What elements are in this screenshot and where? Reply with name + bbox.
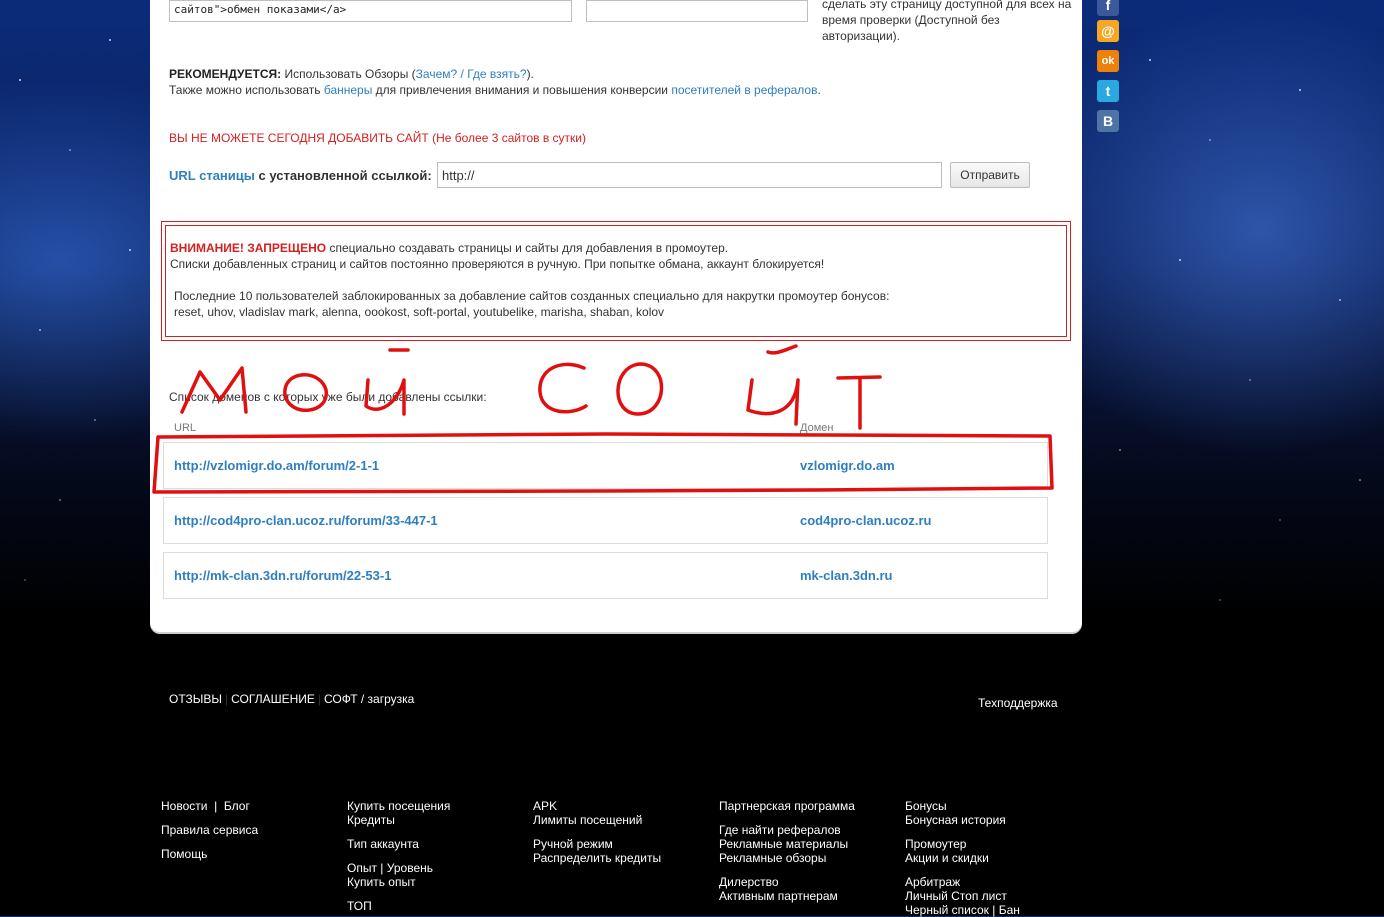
- arbitrage-link[interactable]: Арбитраж: [905, 875, 1020, 889]
- side-note-line: сделать эту страницу доступной для всех …: [822, 0, 1072, 11]
- limit-warning: ВЫ НЕ МОЖЕТЕ СЕГОДНЯ ДОБАВИТЬ САЙТ (Не б…: [169, 131, 586, 145]
- active-partners-link[interactable]: Активным партнерам: [719, 889, 855, 903]
- reviews-link[interactable]: ОТЗЫВЫ: [169, 692, 222, 706]
- column-header-url: URL: [174, 422, 197, 434]
- column-header-domain: Домен: [800, 422, 834, 434]
- url-label: URL станицы с установленной ссылкой:: [169, 168, 432, 183]
- row-url-link[interactable]: http://cod4pro-clan.ucoz.ru/forum/33-447…: [174, 513, 438, 528]
- recommend-line2-c: .: [817, 83, 821, 97]
- submit-button[interactable]: Отправить: [950, 162, 1030, 188]
- support-link[interactable]: Техподдержка: [978, 696, 1058, 710]
- blacklist-link[interactable]: Черный список: [905, 903, 989, 917]
- recommend-line2-b: для привлечения внимания и повышения кон…: [372, 83, 672, 97]
- recommend-text: Использовать Обзоры (: [284, 67, 416, 81]
- row-url-link[interactable]: http://vzlomigr.do.am/forum/2-1-1: [174, 458, 379, 473]
- twitter-icon[interactable]: t: [1097, 80, 1119, 102]
- row-domain-link[interactable]: vzlomigr.do.am: [800, 458, 895, 473]
- alert-title: ВНИМАНИЕ! ЗАПРЕЩЕНО: [170, 241, 327, 255]
- agreement-link[interactable]: СОГЛАШЕНИЕ: [231, 692, 315, 706]
- ban-list: reset, uhov, vladislav mark, alenna, ooo…: [174, 305, 665, 319]
- stop-list-link[interactable]: Личный Стоп лист: [905, 889, 1020, 903]
- visitors-link[interactable]: посетителей в рефералов: [671, 83, 817, 97]
- footer-col-5: Бонусы Бонусная история Промоутер Акции …: [905, 799, 1020, 917]
- side-note-line: время проверки (Доступной без авторизаци…: [822, 13, 1000, 43]
- banners-link[interactable]: баннеры: [324, 83, 373, 97]
- ad-reviews-link[interactable]: Рекламные обзоры: [719, 851, 855, 865]
- ad-materials-link[interactable]: Рекламные материалы: [719, 837, 855, 851]
- separator: |: [380, 861, 384, 875]
- find-referrals-link[interactable]: Где найти рефералов: [719, 823, 855, 837]
- odnoklassniki-icon[interactable]: ok: [1097, 50, 1119, 72]
- vkontakte-icon[interactable]: B: [1097, 110, 1119, 132]
- credits-link[interactable]: Кредиты: [347, 813, 450, 827]
- promoter-link[interactable]: Промоутер: [905, 837, 1020, 851]
- bonus-history-link[interactable]: Бонусная история: [905, 813, 1020, 827]
- footer-col-3: APK Лимиты посещений Ручной режим Распре…: [533, 799, 661, 865]
- separator: |: [992, 903, 996, 917]
- experience-link[interactable]: Опыт: [347, 861, 377, 875]
- partner-program-link[interactable]: Партнерская программа: [719, 799, 855, 813]
- alert-text: ВНИМАНИЕ! ЗАПРЕЩЕНО специально создавать…: [170, 240, 1050, 320]
- separator: |: [214, 799, 218, 813]
- code-textarea[interactable]: сайтов">обмен показами</a>: [169, 0, 572, 22]
- slash-text: /: [457, 67, 468, 81]
- url-form: URL станицы с установленной ссылкой: Отп…: [169, 162, 1049, 190]
- rules-link[interactable]: Правила сервиса: [161, 823, 258, 837]
- manual-mode-link[interactable]: Ручной режим: [533, 837, 661, 851]
- apk-link[interactable]: APK: [533, 799, 661, 813]
- distribute-credits-link[interactable]: Распределить кредиты: [533, 851, 661, 865]
- buy-visits-link[interactable]: Купить посещения: [347, 799, 450, 813]
- account-type-link[interactable]: Тип аккаунта: [347, 837, 450, 851]
- url-label-link: URL станицы: [169, 168, 255, 183]
- recommend-line2-a: Также можно использовать: [169, 83, 324, 97]
- side-note: сделать эту страницу доступной для всех …: [822, 0, 1072, 44]
- footer-col-4: Партнерская программа Где найти реферало…: [719, 799, 855, 903]
- prohibition-alert: ВНИМАНИЕ! ЗАПРЕЩЕНО специально создавать…: [161, 221, 1071, 341]
- ban-title: Последние 10 пользователей заблокированн…: [174, 289, 890, 303]
- footer-col-2: Купить посещения Кредиты Тип аккаунта Оп…: [347, 799, 450, 913]
- footer-top-links: ОТЗЫВЫ | СОГЛАШЕНИЕ | СОФТ / загрузка: [169, 692, 415, 706]
- table-row: http://cod4pro-clan.ucoz.ru/forum/33-447…: [163, 497, 1048, 544]
- recommendation: РЕКОМЕНДУЕТСЯ: Использовать Обзоры (Заче…: [169, 66, 821, 98]
- help-link[interactable]: Помощь: [161, 847, 258, 861]
- why-link[interactable]: Зачем?: [416, 67, 458, 81]
- domains-title: Список доменов с которых уже были добавл…: [169, 390, 487, 404]
- software-link[interactable]: СОФТ / загрузка: [324, 692, 414, 706]
- mail-icon[interactable]: @: [1097, 20, 1119, 42]
- buy-experience-link[interactable]: Купить опыт: [347, 875, 450, 889]
- table-row: http://mk-clan.3dn.ru/forum/22-53-1 mk-c…: [163, 552, 1048, 599]
- level-link[interactable]: Уровень: [387, 861, 433, 875]
- row-url-link[interactable]: http://mk-clan.3dn.ru/forum/22-53-1: [174, 568, 391, 583]
- recommend-label: РЕКОМЕНДУЕТСЯ:: [169, 67, 282, 81]
- visit-limits-link[interactable]: Лимиты посещений: [533, 813, 661, 827]
- alert-line1: специально создавать страницы и сайты дл…: [326, 241, 729, 255]
- blog-link[interactable]: Блог: [224, 799, 250, 813]
- news-link[interactable]: Новости: [161, 799, 207, 813]
- where-link[interactable]: Где взять?: [467, 67, 526, 81]
- table-row: http://vzlomigr.do.am/forum/2-1-1 vzlomi…: [163, 442, 1048, 489]
- ban-link[interactable]: Бан: [999, 903, 1020, 917]
- secondary-textarea[interactable]: [586, 0, 808, 22]
- url-label-rest: с установленной ссылкой:: [254, 168, 432, 183]
- url-input[interactable]: [437, 162, 942, 188]
- alert-line2: Списки добавленных страниц и сайтов пост…: [170, 257, 825, 271]
- row-domain-link[interactable]: cod4pro-clan.ucoz.ru: [800, 513, 931, 528]
- main-content-panel: сайтов">обмен показами</a> сделать эту с…: [150, 0, 1082, 632]
- bonuses-link[interactable]: Бонусы: [905, 799, 1020, 813]
- facebook-icon[interactable]: f: [1097, 0, 1119, 16]
- footer-col-1: Новости | Блог Правила сервиса Помощь: [161, 799, 258, 861]
- top-link[interactable]: ТОП: [347, 899, 450, 913]
- recommend-close: ).: [526, 67, 534, 81]
- dealership-link[interactable]: Дилерство: [719, 875, 855, 889]
- promotions-link[interactable]: Акции и скидки: [905, 851, 1020, 865]
- row-domain-link[interactable]: mk-clan.3dn.ru: [800, 568, 892, 583]
